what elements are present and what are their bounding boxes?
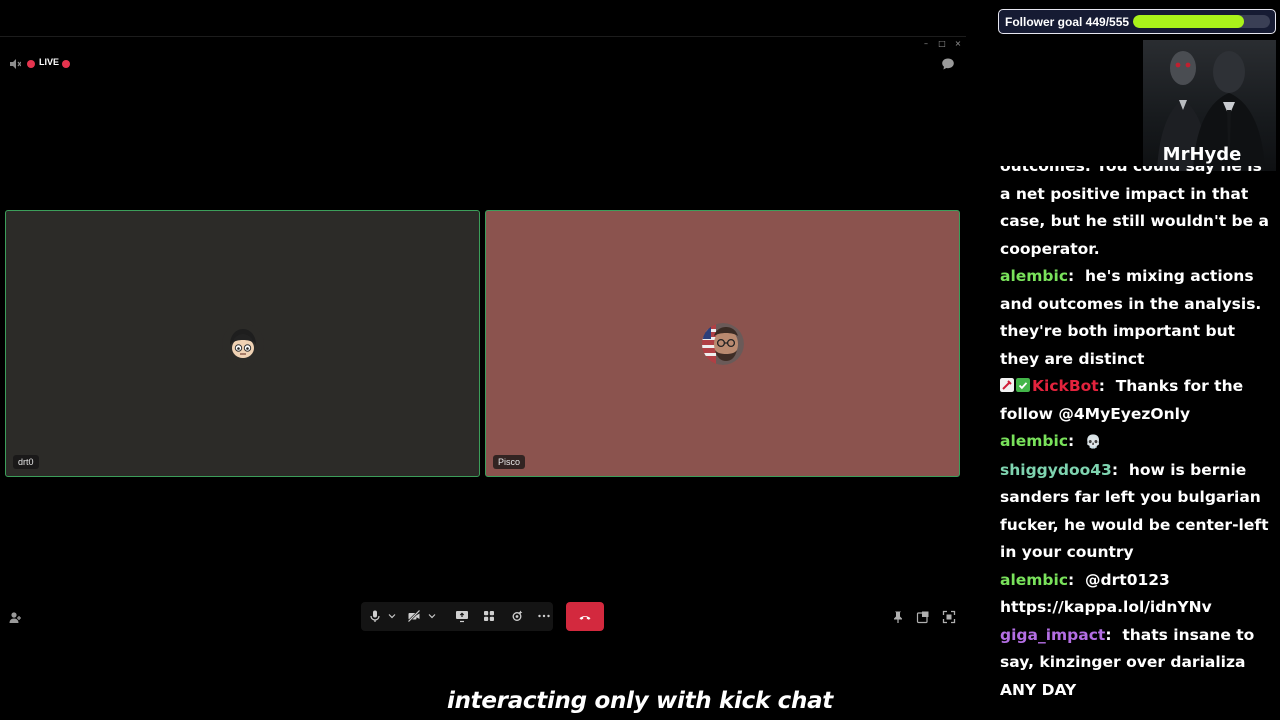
verified-badge-icon — [1016, 378, 1030, 392]
chat-messages: outcomes. You could say he is a net posi… — [1000, 166, 1276, 704]
phone-hangup-icon — [579, 615, 591, 620]
call-topbar: LIVE — [0, 54, 966, 74]
call-controls — [361, 602, 553, 631]
recording-dot-icon — [62, 60, 70, 68]
moderator-badge-icon — [1000, 378, 1014, 392]
chat-message: giga_impact: thats insane to say, kinzin… — [1000, 625, 1255, 699]
camera-off-icon[interactable] — [407, 609, 421, 623]
chat-username[interactable]: giga_impact — [1000, 626, 1105, 644]
live-indicator-icon — [27, 60, 35, 68]
skull-emote: 💀 — [1085, 435, 1102, 450]
screen-share-icon[interactable] — [455, 609, 469, 623]
participant-name-tag: Pisco — [493, 455, 526, 469]
avatar — [701, 322, 744, 365]
call-window: – □ × LIVE drt0 Pisco — [0, 36, 966, 636]
follower-goal-label: Follower goal 449/555 — [1005, 15, 1130, 29]
minimize-icon[interactable]: – — [921, 39, 931, 49]
maximize-icon[interactable]: □ — [937, 39, 947, 49]
chat-panel: outcomes. You could say he is a net posi… — [1000, 166, 1276, 720]
chat-message: KickBot: Thanks for the follow @4MyEyezO… — [1000, 377, 1244, 423]
chat-username[interactable]: shiggydoo43 — [1000, 461, 1112, 479]
chat-message: alembic: he's mixing actions and outcome… — [1000, 267, 1262, 368]
chat-message: alembic: 💀 — [1000, 432, 1102, 450]
fullscreen-icon[interactable] — [942, 610, 956, 624]
pop-out-icon[interactable] — [916, 610, 930, 624]
live-label: LIVE — [39, 57, 60, 67]
chat-username[interactable]: alembic — [1000, 267, 1068, 285]
chevron-down-icon[interactable] — [388, 612, 396, 620]
participants-icon[interactable] — [8, 610, 24, 626]
participant-tile-pisco[interactable]: Pisco — [485, 210, 960, 477]
chat-username[interactable]: KickBot — [1032, 377, 1099, 395]
participant-name-tag: drt0 — [13, 455, 39, 469]
window-titlebar: – □ × — [0, 36, 966, 50]
microphone-icon[interactable] — [368, 609, 382, 623]
follower-goal-fill — [1133, 15, 1244, 28]
streamer-name: MrHyde — [1162, 144, 1242, 165]
avatar — [221, 322, 264, 365]
streamer-webcam: MrHyde — [1143, 40, 1276, 171]
pin-icon[interactable] — [891, 610, 905, 624]
chat-bubble-icon[interactable] — [941, 57, 955, 71]
chat-username[interactable]: alembic — [1000, 432, 1068, 450]
layout-grid-icon[interactable] — [482, 609, 496, 623]
speaker-icon[interactable] — [9, 58, 21, 70]
participant-tile-drt0[interactable]: drt0 — [5, 210, 480, 477]
chat-message: alembic: @drt0123 https://kappa.lol/idnY… — [1000, 570, 1212, 617]
follower-goal-widget: Follower goal 449/555 — [998, 9, 1276, 34]
follower-goal-bar — [1133, 15, 1270, 28]
close-icon[interactable]: × — [953, 39, 963, 49]
chevron-down-icon[interactable] — [428, 612, 436, 620]
chat-message: outcomes. You could say he is a net posi… — [1000, 166, 1276, 263]
chat-message: shiggydoo43: how is bernie sanders far l… — [1000, 460, 1269, 562]
chat-username[interactable]: alembic — [1000, 571, 1068, 589]
chat-message-text: outcomes. You could say he is a net posi… — [1000, 166, 1269, 258]
hang-up-button[interactable] — [566, 602, 604, 631]
more-options-icon[interactable] — [537, 609, 551, 623]
effects-icon[interactable] — [510, 609, 524, 623]
